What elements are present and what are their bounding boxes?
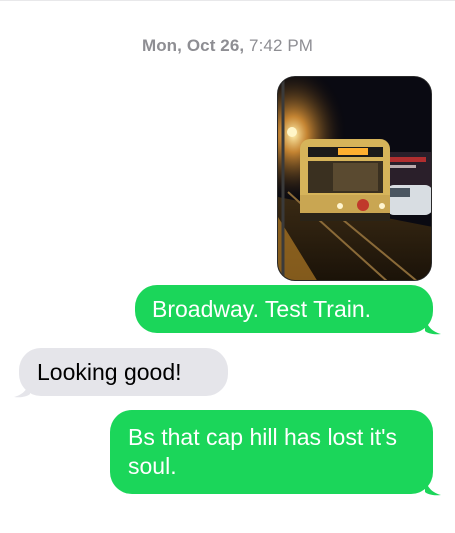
timestamp-time: 7:42 PM: [249, 36, 314, 55]
message-text: Bs that cap hill has lost it's soul.: [128, 424, 398, 479]
tram-photo-image: [278, 77, 431, 280]
photo-message[interactable]: [277, 76, 432, 281]
message-text: Broadway. Test Train.: [152, 296, 372, 322]
timestamp-day: Mon, Oct 26,: [141, 36, 245, 55]
outgoing-message-bubble[interactable]: Broadway. Test Train.: [135, 285, 433, 333]
bubble-tail-icon: [425, 478, 441, 496]
bubble-tail-icon: [14, 380, 30, 398]
outgoing-message-bubble[interactable]: Bs that cap hill has lost it's soul.: [110, 410, 433, 494]
message-thread: Mon, Oct 26, 7:42 PM Broadway. Test Trai…: [0, 0, 455, 533]
incoming-message-bubble[interactable]: Looking good!: [19, 348, 228, 396]
message-timestamp: Mon, Oct 26, 7:42 PM: [0, 36, 455, 56]
bubble-tail-icon: [425, 317, 441, 335]
message-text: Looking good!: [37, 359, 182, 385]
